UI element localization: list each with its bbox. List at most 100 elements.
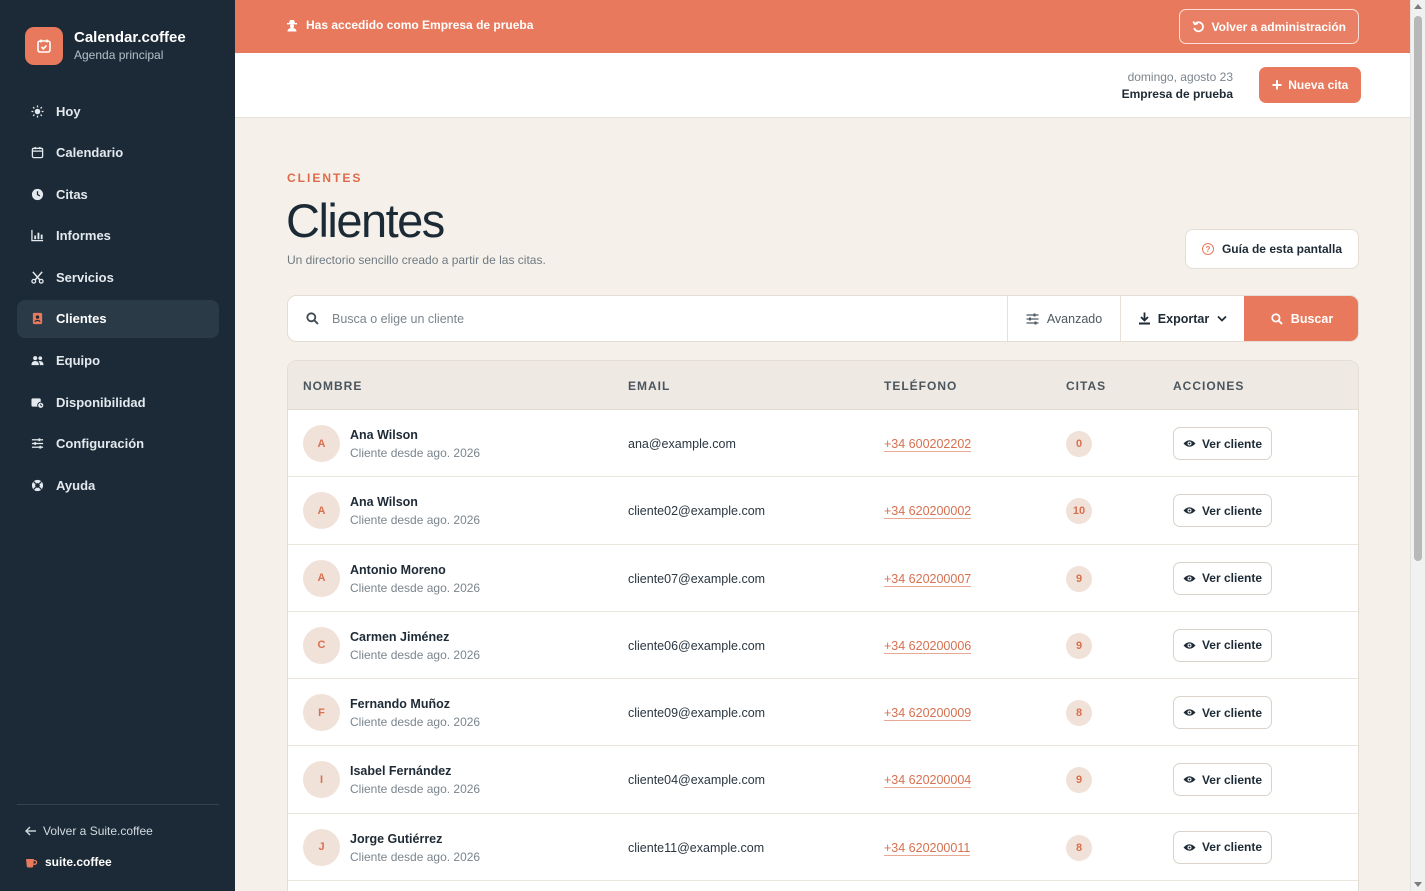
client-email: cliente04@example.com <box>628 773 766 788</box>
new-appointment-label: Nueva cita <box>1288 78 1349 92</box>
sidebar-item-hoy[interactable]: Hoy <box>17 92 219 130</box>
back-to-suite-link[interactable]: Volver a Suite.coffee <box>25 824 153 838</box>
client-email: cliente02@example.com <box>628 504 766 519</box>
sliders-icon <box>30 437 44 451</box>
view-client-button[interactable]: Ver cliente <box>1173 763 1272 797</box>
page-scrollbar[interactable] <box>1410 0 1425 891</box>
view-client-button[interactable]: Ver cliente <box>1173 427 1272 460</box>
client-phone-link[interactable]: +34 620200006 <box>884 639 972 654</box>
appointment-count-badge: 8 <box>1066 700 1092 727</box>
sidebar-item-configuracion[interactable]: Configuración <box>17 425 219 463</box>
screen-guide-label: Guía de esta pantalla <box>1221 242 1343 256</box>
client-phone-link[interactable]: +34 620200004 <box>884 773 972 789</box>
brand[interactable]: Calendar.coffee Agenda principal <box>25 27 186 65</box>
view-client-button[interactable]: Ver cliente <box>1173 561 1272 595</box>
client-name: Carmen Jiménez <box>350 629 450 644</box>
client-phone-link[interactable]: +34 620200011 <box>884 841 971 856</box>
table-row: J Jorge Gutiérrez Cliente desde ago. 2026 c… <box>288 814 1358 882</box>
client-since: Cliente desde ago. 2026 <box>350 513 481 528</box>
scroll-down-arrow[interactable] <box>1414 882 1422 887</box>
avatar: I <box>303 761 340 799</box>
column-header-appointments: CITAS <box>1066 379 1107 393</box>
client-name: Fernando Muñoz <box>350 697 450 712</box>
search-button[interactable]: Buscar <box>1244 296 1358 341</box>
sidebar-item-label: Equipo <box>56 353 101 369</box>
client-phone-link[interactable]: +34 600202202 <box>884 437 972 452</box>
avatar: C <box>303 626 340 664</box>
sidebar-item-ayuda[interactable]: Ayuda <box>17 466 219 504</box>
export-dropdown[interactable]: Exportar <box>1120 296 1244 341</box>
scroll-up-arrow[interactable] <box>1414 4 1422 9</box>
table-header: NOMBRE EMAIL TELÉFONO CITAS ACCIONES <box>288 361 1358 410</box>
avatar: A <box>303 492 340 530</box>
banner-text: Has accedido como Empresa de prueba <box>306 18 534 32</box>
back-link-label: Volver a Suite.coffee <box>43 824 153 838</box>
eye-icon <box>1183 709 1196 716</box>
sidebar-item-label: Configuración <box>56 436 145 452</box>
chart-icon <box>30 229 44 243</box>
sliders-icon <box>1026 313 1039 324</box>
clock-icon <box>30 187 44 201</box>
current-date: domingo, agosto 23 <box>1127 70 1233 84</box>
client-name: Isabel Fernández <box>350 764 452 779</box>
eye-icon <box>1183 844 1196 851</box>
users-icon <box>30 354 44 368</box>
avatar: A <box>303 425 340 462</box>
view-client-label: Ver cliente <box>1201 503 1263 518</box>
view-client-button[interactable]: Ver cliente <box>1173 830 1272 864</box>
advanced-label: Avanzado <box>1046 311 1103 326</box>
client-email: cliente06@example.com <box>628 638 766 653</box>
view-client-button[interactable]: Ver cliente <box>1173 628 1272 662</box>
clients-table: NOMBRE EMAIL TELÉFONO CITAS ACCIONES A An… <box>287 360 1359 891</box>
table-row: F Fernando Muñoz Cliente desde ago. 2026 cl… <box>288 679 1358 747</box>
client-name: Ana Wilson <box>350 495 418 510</box>
client-phone-link[interactable]: +34 620200009 <box>884 706 972 722</box>
eye-icon <box>1183 574 1196 582</box>
sidebar-item-equipo[interactable]: Equipo <box>17 342 219 380</box>
sidebar-item-clientes[interactable]: Clientes <box>17 299 219 338</box>
column-header-name: NOMBRE <box>303 379 363 393</box>
sidebar-item-informes[interactable]: Informes <box>17 217 219 255</box>
table-row: A Ana Wilson Cliente desde ago. 2026 ana@ex… <box>288 410 1358 478</box>
table-row: C Carmen Jiménez Cliente desde ago. 2026 cl… <box>288 612 1358 680</box>
client-phone-link[interactable]: +34 620200007 <box>884 572 972 587</box>
scroll-thumb[interactable] <box>1414 16 1422 561</box>
advanced-filter-button[interactable]: Avanzado <box>1007 296 1120 341</box>
sidebar-item-calendario[interactable]: Calendario <box>17 134 219 172</box>
calendar-clock-icon <box>30 395 44 409</box>
view-client-button[interactable]: Ver cliente <box>1173 696 1272 730</box>
top-header: domingo, agosto 23 Empresa de prueba + N… <box>235 53 1410 118</box>
help-icon: ? <box>1201 243 1214 255</box>
calendar-icon <box>30 146 44 160</box>
client-phone-link[interactable]: +34 620200002 <box>884 504 972 520</box>
table-body: A Ana Wilson Cliente desde ago. 2026 ana@ex… <box>288 410 1358 882</box>
page-eyebrow: CLIENTES <box>287 171 363 185</box>
sidebar-item-disponibilidad[interactable]: Disponibilidad <box>17 383 219 421</box>
client-search-input[interactable] <box>332 296 1002 341</box>
client-since: Cliente desde ago. 2026 <box>350 580 481 595</box>
page-subtitle: Un directorio sencillo creado a partir d… <box>287 253 546 267</box>
sidebar-item-citas[interactable]: Citas <box>17 175 219 213</box>
search-icon <box>1271 312 1283 325</box>
eye-icon <box>1183 642 1196 649</box>
view-client-label: Ver cliente <box>1201 638 1263 653</box>
sidebar-item-label: Informes <box>56 228 111 244</box>
sidebar: Calendar.coffee Agenda principal Hoy Cal… <box>0 0 235 891</box>
sidebar-divider <box>17 804 219 805</box>
view-client-button[interactable]: Ver cliente <box>1173 494 1272 528</box>
brand-subtitle: Agenda principal <box>74 48 164 62</box>
back-to-admin-button[interactable]: Volver a administración <box>1178 9 1359 44</box>
download-icon <box>1138 312 1150 325</box>
new-appointment-button[interactable]: + Nueva cita <box>1259 67 1361 103</box>
client-email: cliente11@example.com <box>628 840 765 855</box>
screen-guide-button[interactable]: ? Guía de esta pantalla <box>1185 229 1359 269</box>
scissors-icon <box>30 270 44 284</box>
sidebar-item-servicios[interactable]: Servicios <box>17 258 219 296</box>
search-bar: Avanzado Exportar Buscar <box>287 295 1359 342</box>
undo-icon <box>1191 21 1204 33</box>
view-client-label: Ver cliente <box>1201 571 1263 586</box>
avatar: A <box>303 559 340 597</box>
appointment-count-badge: 0 <box>1066 431 1092 457</box>
suite-brand[interactable]: suite.coffee <box>25 855 112 869</box>
column-header-email: EMAIL <box>628 379 671 393</box>
